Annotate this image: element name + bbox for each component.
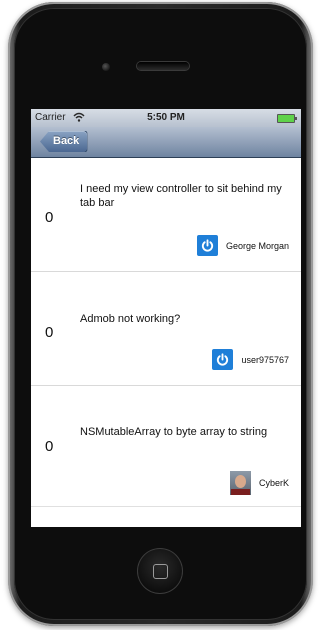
front-camera <box>102 63 110 71</box>
clock: 5:50 PM <box>147 112 185 123</box>
list-item[interactable]: 0 Admob not working? user975767 <box>31 272 301 386</box>
vote-count: 0 <box>45 209 54 226</box>
battery-icon <box>277 114 297 123</box>
avatar <box>229 471 251 495</box>
username: CyberK <box>258 478 289 488</box>
question-list: 0 I need my view controller to sit behin… <box>31 158 301 507</box>
home-button[interactable] <box>137 548 183 594</box>
user-badge: CyberK <box>229 471 289 495</box>
question-title: NSMutableArray to byte array to string <box>80 426 268 438</box>
back-button[interactable]: Back <box>40 131 88 152</box>
question-title: Admob not working? <box>80 313 181 325</box>
power-icon <box>196 235 218 256</box>
vote-count: 0 <box>45 438 54 455</box>
vote-count: 0 <box>45 324 54 341</box>
question-title: I need my view controller to sit behind … <box>80 183 282 209</box>
username: user975767 <box>241 354 289 365</box>
username: George Morgan <box>225 240 289 251</box>
user-badge: user975767 <box>212 349 289 370</box>
status-bar: Carrier 5:50 PM <box>31 109 301 127</box>
power-icon <box>212 349 234 370</box>
earpiece-speaker <box>137 62 189 70</box>
navigation-bar: Back <box>31 127 301 158</box>
user-badge: George Morgan <box>196 235 289 256</box>
list-item[interactable]: 0 NSMutableArray to byte array to string… <box>31 386 301 507</box>
list-item[interactable]: 0 I need my view controller to sit behin… <box>31 158 301 272</box>
home-square-icon <box>153 564 168 579</box>
device-screen: Carrier 5:50 PM Back 0 I need my view co… <box>31 109 301 527</box>
